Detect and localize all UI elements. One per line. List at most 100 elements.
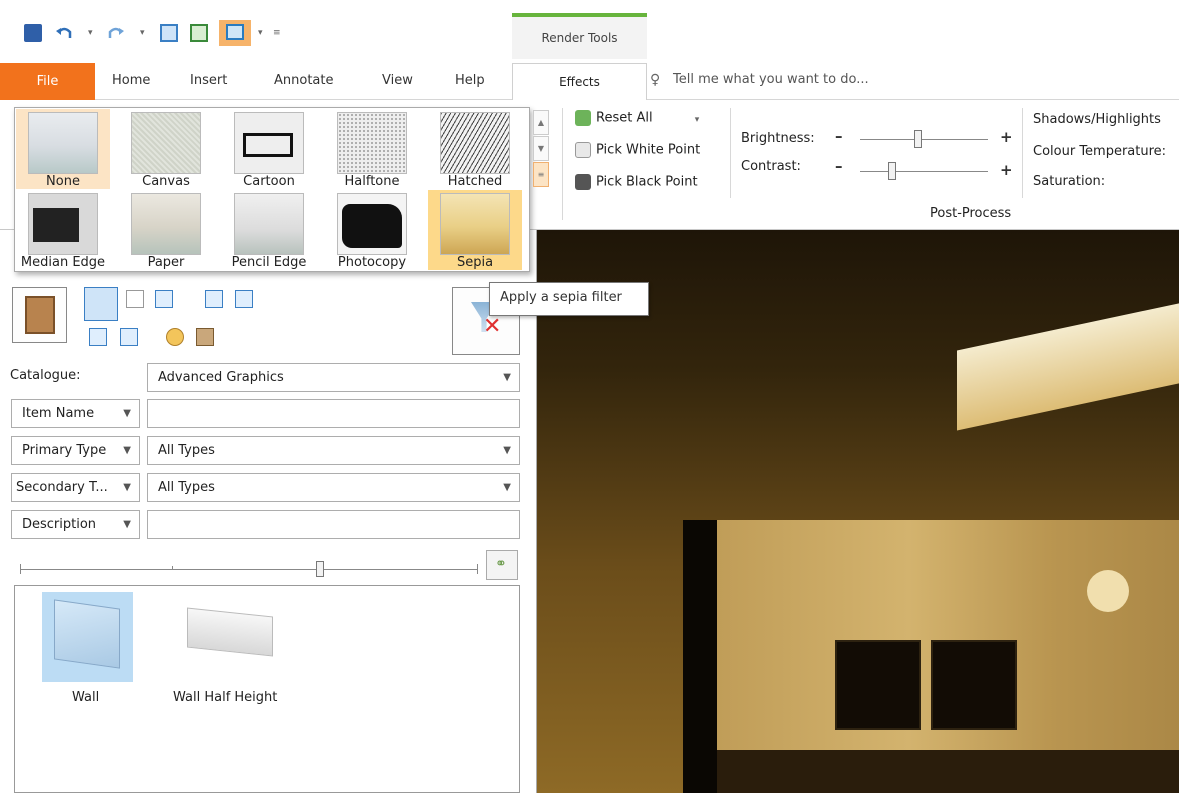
- light-icon[interactable]: [166, 328, 184, 346]
- pick-white-point-button[interactable]: Pick White Point: [575, 142, 700, 158]
- photocopy-thumbnail: [337, 193, 407, 255]
- gallery-scroll-down-icon[interactable]: ▼: [533, 136, 549, 161]
- tab-home[interactable]: Home: [112, 73, 150, 88]
- link-settings-button[interactable]: ⚭: [486, 550, 518, 580]
- hatched-thumbnail: [440, 112, 510, 174]
- furniture-icon[interactable]: [196, 328, 214, 346]
- dotted-wall-icon[interactable]: [126, 290, 144, 308]
- list-item-wall[interactable]: [42, 592, 133, 682]
- cabinet-icon: [25, 296, 55, 334]
- brightness-plus[interactable]: +: [1000, 128, 1013, 146]
- brightness-label: Brightness:: [741, 131, 815, 146]
- median-edge-thumbnail: [28, 193, 98, 255]
- item-name-input[interactable]: [147, 399, 520, 428]
- brightness-slider[interactable]: [913, 130, 922, 148]
- redo-icon[interactable]: [107, 24, 125, 42]
- view-dropdown-icon[interactable]: ▾: [258, 28, 263, 38]
- corner-wall-icon[interactable]: [84, 287, 118, 321]
- window-frame-icon[interactable]: [205, 290, 223, 308]
- black-dropper-icon: [575, 174, 591, 190]
- zoom-slider-thumb[interactable]: [316, 561, 324, 577]
- halftone-thumbnail: [337, 112, 407, 174]
- undo-icon[interactable]: [55, 24, 73, 42]
- table-surface: [717, 750, 1179, 793]
- gallery-expand-icon[interactable]: ≡: [533, 162, 549, 187]
- catalogue-dropdown[interactable]: Advanced Graphics ▼: [147, 363, 520, 392]
- clear-x-icon: ✕: [483, 314, 502, 339]
- canvas-thumbnail: [131, 112, 201, 174]
- none-thumbnail: [28, 112, 98, 174]
- zoom-slider-track[interactable]: [20, 569, 478, 570]
- chevron-down-icon: ▼: [123, 519, 131, 530]
- gallery-item-canvas[interactable]: Canvas: [119, 109, 213, 189]
- contrast-plus[interactable]: +: [1000, 161, 1013, 179]
- sepia-thumbnail: [440, 193, 510, 255]
- saturation-label[interactable]: Saturation:: [1033, 174, 1105, 189]
- item-name-selector[interactable]: Item Name ▼: [11, 399, 140, 428]
- brightness-minus[interactable]: –: [835, 127, 843, 145]
- tell-me-search[interactable]: Tell me what you want to do...: [673, 72, 869, 87]
- gallery-item-paper[interactable]: Paper: [119, 190, 213, 270]
- link-icon: ⚭: [495, 556, 507, 572]
- contrast-minus[interactable]: –: [835, 157, 843, 175]
- save-icon[interactable]: [24, 24, 42, 42]
- secondary-type-dropdown[interactable]: All Types ▼: [147, 473, 520, 502]
- tab-file[interactable]: File: [0, 63, 95, 100]
- contrast-label: Contrast:: [741, 159, 801, 174]
- customize-toolbar-icon[interactable]: ≡: [273, 28, 281, 38]
- tab-view[interactable]: View: [382, 73, 413, 88]
- ceiling-light: [957, 299, 1179, 431]
- colour-temperature-label[interactable]: Colour Temperature:: [1033, 144, 1166, 159]
- primary-type-selector[interactable]: Primary Type ▼: [11, 436, 140, 465]
- gallery-item-median-edge[interactable]: Median Edge: [16, 190, 110, 270]
- panel-icon[interactable]: [235, 290, 253, 308]
- pick-black-point-button[interactable]: Pick Black Point: [575, 174, 698, 190]
- tab-annotate[interactable]: Annotate: [274, 73, 333, 88]
- gallery-item-cartoon[interactable]: Cartoon: [222, 109, 316, 189]
- gallery-scroller: ▲ ▼ ≡: [531, 110, 553, 200]
- chevron-down-icon: ▼: [123, 445, 131, 456]
- gallery-item-none[interactable]: None: [16, 109, 110, 189]
- tab-help[interactable]: Help: [455, 73, 485, 88]
- redo-dropdown-icon[interactable]: ▾: [140, 28, 145, 38]
- reset-dropdown-icon[interactable]: ▾: [695, 115, 700, 125]
- gallery-item-photocopy[interactable]: Photocopy: [325, 190, 419, 270]
- ribbon-tabs: File Home Insert Annotate View Help Effe…: [0, 63, 1179, 101]
- item-label-wall[interactable]: Wall: [72, 690, 99, 705]
- square-frame-icon[interactable]: [120, 328, 138, 346]
- context-tab-group: Render Tools: [512, 13, 647, 59]
- item-label-wall-half-height[interactable]: Wall Half Height: [173, 690, 277, 705]
- arch-icon[interactable]: [89, 328, 107, 346]
- secondary-type-selector[interactable]: Secondary T... ▼: [11, 473, 140, 502]
- gallery-item-hatched[interactable]: Hatched: [428, 109, 522, 189]
- shadows-highlights-label[interactable]: Shadows/Highlights: [1033, 112, 1161, 127]
- gallery-scroll-up-icon[interactable]: ▲: [533, 110, 549, 135]
- lightbulb-icon: ♀: [650, 72, 661, 88]
- oven-right: [931, 640, 1017, 730]
- gallery-item-halftone[interactable]: Halftone: [325, 109, 419, 189]
- primary-type-dropdown[interactable]: All Types ▼: [147, 436, 520, 465]
- oven-left: [835, 640, 921, 730]
- description-selector[interactable]: Description ▼: [11, 510, 140, 539]
- wall-half-height-thumbnail[interactable]: [187, 607, 273, 657]
- render-view-icon[interactable]: [219, 20, 251, 46]
- chevron-down-icon: ▼: [503, 445, 511, 456]
- catalogue-items: Wall Wall Half Height: [14, 585, 520, 793]
- gallery-item-sepia[interactable]: Sepia: [428, 190, 522, 270]
- undo-dropdown-icon[interactable]: ▾: [88, 28, 93, 38]
- tab-effects[interactable]: Effects: [512, 63, 647, 101]
- gallery-item-pencil-edge[interactable]: Pencil Edge: [222, 190, 316, 270]
- tab-insert[interactable]: Insert: [190, 73, 227, 88]
- window-icon[interactable]: [160, 24, 178, 42]
- image-compare-icon[interactable]: [190, 24, 208, 42]
- chevron-down-icon: ▼: [123, 408, 131, 419]
- cabinet-category-button[interactable]: [12, 287, 67, 343]
- paper-thumbnail: [131, 193, 201, 255]
- cartoon-thumbnail: [234, 112, 304, 174]
- door-icon[interactable]: [155, 290, 173, 308]
- sepia-tooltip: Apply a sepia filter: [489, 282, 649, 316]
- contrast-slider[interactable]: [888, 162, 896, 180]
- wall-clock: [1087, 570, 1129, 612]
- reset-all-button[interactable]: Reset All ▾: [575, 110, 699, 126]
- description-input[interactable]: [147, 510, 520, 539]
